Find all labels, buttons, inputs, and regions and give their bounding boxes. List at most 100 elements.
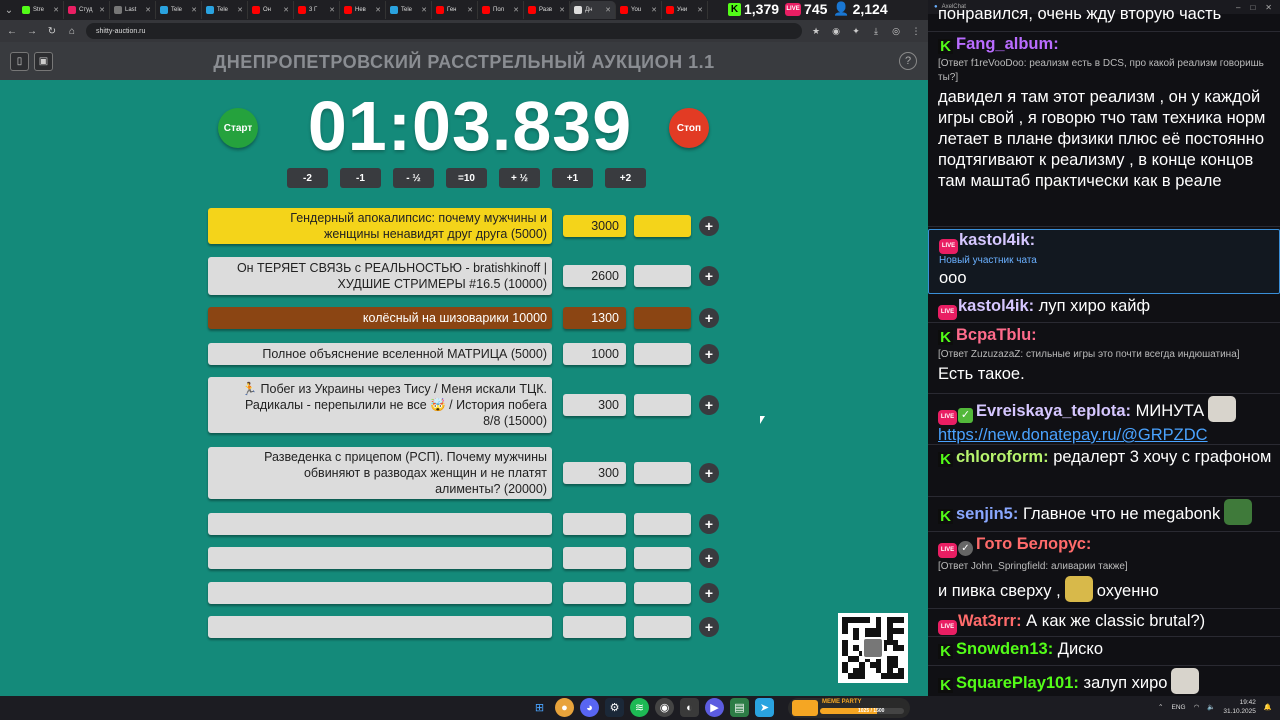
tab-close-icon[interactable]: ✕ [191, 6, 197, 14]
lot-amount-field[interactable]: 300 [563, 394, 626, 416]
browser-tab[interactable]: Ген ✕ [432, 1, 478, 19]
lot-amount-field[interactable]: 300 [563, 462, 626, 484]
lot-amount-field[interactable]: 1300 [563, 307, 626, 329]
volume-icon[interactable]: 🔈 [1207, 703, 1215, 711]
time-adjust-button[interactable]: =10 [446, 168, 487, 188]
stop-button[interactable]: Стоп [669, 108, 709, 148]
lot-plus-button[interactable]: + [699, 344, 719, 364]
reload-icon[interactable]: ↻ [46, 26, 58, 37]
tab-close-icon[interactable]: ✕ [421, 6, 427, 14]
lot-add-amount-input[interactable] [634, 582, 691, 604]
lot-add-amount-input[interactable] [634, 343, 691, 365]
tab-close-icon[interactable]: ✕ [53, 6, 59, 14]
tab-close-icon[interactable]: ✕ [375, 6, 381, 14]
browser-tab[interactable]: Tele ✕ [386, 1, 432, 19]
lot-name-field[interactable]: Он ТЕРЯЕТ СВЯЗЬ с РЕАЛЬНОСТЬЮ - bratishk… [208, 257, 552, 295]
tab-close-icon[interactable]: ✕ [605, 6, 611, 14]
browser-tab[interactable]: Tele ✕ [156, 1, 202, 19]
browser-tab[interactable]: Он ✕ [248, 1, 294, 19]
home-icon[interactable]: ⌂ [66, 26, 78, 37]
back-icon[interactable]: ← [6, 26, 18, 37]
lot-plus-button[interactable]: + [699, 514, 719, 534]
browser-tab[interactable]: Stre ✕ [18, 1, 64, 19]
browser-tab[interactable]: You ✕ [616, 1, 662, 19]
lot-name-field[interactable] [208, 616, 552, 638]
start-button[interactable]: Старт [218, 108, 258, 148]
lot-plus-button[interactable]: + [699, 308, 719, 328]
lot-name-field[interactable]: колёсный на шизоварики 10000 [208, 307, 552, 329]
windows-start-icon[interactable]: ⊞ [530, 698, 549, 717]
tab-close-icon[interactable]: ✕ [145, 6, 151, 14]
wifi-icon[interactable]: ◠ [1194, 703, 1200, 711]
lot-name-field[interactable]: Гендерный апокалипсис: почему мужчины и ж… [208, 208, 552, 244]
chat-username[interactable]: kastol4ik [959, 231, 1030, 249]
time-adjust-button[interactable]: + ½ [499, 168, 540, 188]
time-adjust-button[interactable]: +1 [552, 168, 593, 188]
browser-tab[interactable]: Студ ✕ [64, 1, 110, 19]
lot-plus-button[interactable]: + [699, 548, 719, 568]
lot-add-amount-input[interactable] [634, 462, 691, 484]
lot-name-field[interactable]: Разведенка с прицепом (РСП). Почему мужч… [208, 447, 552, 499]
chat-username[interactable]: SquarePlay101 [956, 674, 1073, 692]
tab-close-icon[interactable]: ✕ [513, 6, 519, 14]
chat-username[interactable]: Snowden13 [956, 640, 1048, 658]
time-adjust-button[interactable]: -2 [287, 168, 328, 188]
tab-close-icon[interactable]: ✕ [651, 6, 657, 14]
lot-plus-button[interactable]: + [699, 583, 719, 603]
lot-plus-button[interactable]: + [699, 617, 719, 637]
notification-icon[interactable]: 🔔 [1264, 703, 1272, 711]
profile-icon[interactable]: ◎ [890, 26, 902, 37]
lot-name-field[interactable] [208, 513, 552, 535]
obs-icon[interactable]: ◉ [655, 698, 674, 717]
lot-add-amount-input[interactable] [634, 547, 691, 569]
lot-amount-field[interactable]: 1000 [563, 343, 626, 365]
language-indicator[interactable]: ENG [1172, 704, 1186, 711]
telegram-icon[interactable]: ➤ [755, 698, 774, 717]
lot-plus-button[interactable]: + [699, 266, 719, 286]
menu-icon[interactable]: ⋮ [910, 26, 922, 37]
tab-search-icon[interactable]: ⌄ [0, 1, 18, 19]
chat-username[interactable]: Гото Белорус [976, 535, 1086, 553]
lot-add-amount-input[interactable] [634, 394, 691, 416]
tab-close-icon[interactable]: ✕ [329, 6, 335, 14]
address-bar[interactable]: shitty-auction.ru [86, 23, 802, 39]
chat-username[interactable]: chloroform [956, 448, 1043, 466]
chat-username[interactable]: Wat3rrr [958, 612, 1016, 630]
chat-username[interactable]: Evreiskaya_teplota [976, 402, 1126, 420]
tray-chevron-icon[interactable]: ⌃ [1158, 703, 1163, 711]
time-adjust-button[interactable]: - ½ [393, 168, 434, 188]
app-icon[interactable]: ◐ [680, 698, 699, 717]
tab-close-icon[interactable]: ✕ [467, 6, 473, 14]
browser-tab[interactable]: Нев ✕ [340, 1, 386, 19]
browser-tab[interactable]: Last ✕ [110, 1, 156, 19]
chat-username[interactable]: Fang_album [956, 35, 1053, 53]
browser-tab[interactable]: Уни ✕ [662, 1, 708, 19]
lot-plus-button[interactable]: + [699, 463, 719, 483]
lot-amount-field[interactable]: 2600 [563, 265, 626, 287]
chat-username[interactable]: BcpaTblu [956, 326, 1031, 344]
lot-amount-field[interactable]: 3000 [563, 215, 626, 237]
lot-name-field[interactable]: Полное объяснение вселенной МАТРИЦА (500… [208, 343, 552, 365]
chat-username[interactable]: senjin5 [956, 505, 1013, 523]
lot-plus-button[interactable]: + [699, 216, 719, 236]
download-icon[interactable]: ⤓ [870, 26, 882, 37]
extensions-puzzle-icon[interactable]: ✦ [850, 26, 862, 37]
lot-amount-field[interactable] [563, 582, 626, 604]
time-adjust-button[interactable]: -1 [340, 168, 381, 188]
browser-tab[interactable]: Разв ✕ [524, 1, 570, 19]
help-icon[interactable]: ? [899, 52, 917, 70]
tab-close-icon[interactable]: ✕ [237, 6, 243, 14]
tab-close-icon[interactable]: ✕ [559, 6, 565, 14]
clock[interactable]: 19:42 31.10.2025 [1223, 698, 1256, 716]
lot-name-field[interactable] [208, 582, 552, 604]
chat-username[interactable]: kastol4ik [958, 297, 1029, 315]
lot-add-amount-input[interactable] [634, 307, 691, 329]
chrome-icon[interactable]: ● [555, 698, 574, 717]
lot-plus-button[interactable]: + [699, 395, 719, 415]
lot-amount-field[interactable] [563, 547, 626, 569]
lot-add-amount-input[interactable] [634, 265, 691, 287]
terminal-icon[interactable]: ▤ [730, 698, 749, 717]
bookmark-star-icon[interactable]: ★ [810, 26, 822, 37]
lot-name-field[interactable]: 🏃 Побег из Украины через Тису / Меня иск… [208, 377, 552, 433]
lot-amount-field[interactable] [563, 616, 626, 638]
